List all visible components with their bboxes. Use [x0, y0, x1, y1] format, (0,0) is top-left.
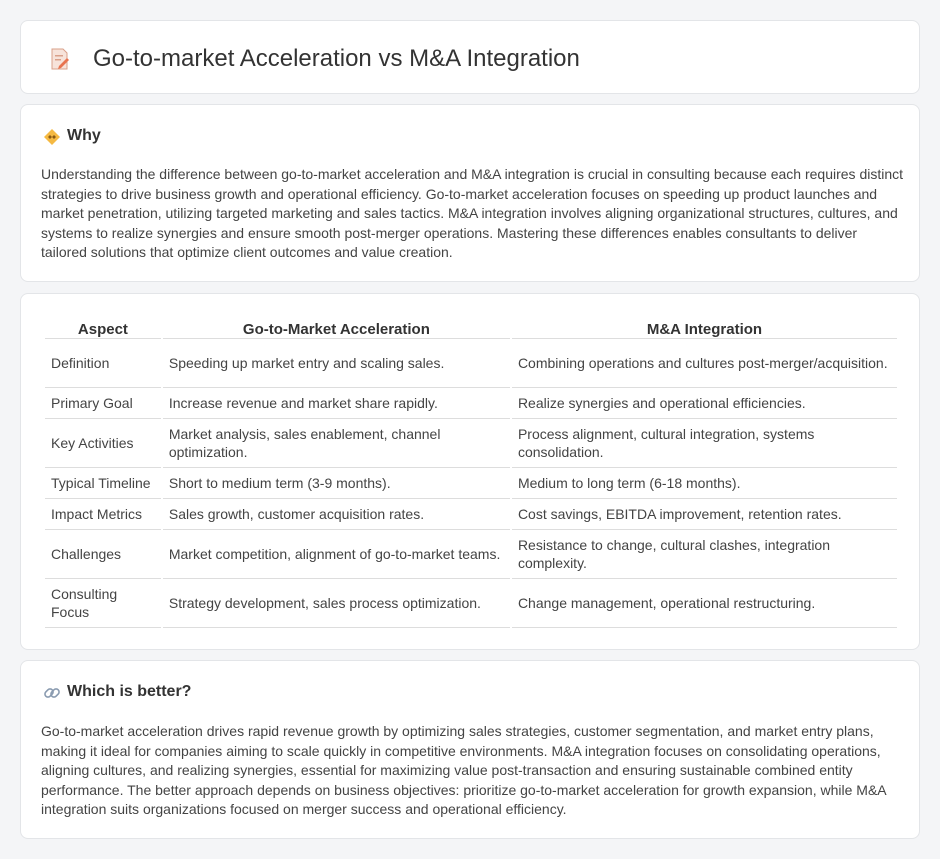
document-pencil-icon — [51, 48, 69, 70]
aspect-cell: Challenges — [45, 530, 161, 579]
ma-cell: Change management, operational restructu… — [511, 579, 897, 628]
column-header-ma: M&A Integration — [511, 316, 897, 339]
comparison-section: Aspect Go-to-Market Acceleration M&A Int… — [20, 293, 920, 650]
table-row: Impact Metrics Sales growth, customer ac… — [45, 499, 897, 530]
gtm-cell: Sales growth, customer acquisition rates… — [162, 499, 510, 530]
why-section: Why Understanding the difference between… — [20, 104, 920, 282]
why-text: Understanding the difference between go-… — [41, 166, 904, 261]
gtm-cell: Market competition, alignment of go-to-m… — [162, 530, 510, 579]
handshake-icon — [44, 129, 60, 145]
table-header-row: Aspect Go-to-Market Acceleration M&A Int… — [45, 316, 897, 339]
link-icon — [44, 688, 60, 698]
gtm-cell: Increase revenue and market share rapidl… — [162, 388, 510, 419]
table-row: Consulting Focus Strategy development, s… — [45, 579, 897, 628]
why-heading: Why — [67, 127, 101, 144]
table-row: Definition Speeding up market entry and … — [45, 339, 897, 388]
page-title: Go-to-market Acceleration vs M&A Integra… — [93, 45, 580, 72]
comparison-table: Aspect Go-to-Market Acceleration M&A Int… — [43, 316, 899, 628]
ma-cell: Medium to long term (6-18 months). — [511, 468, 897, 499]
header-card: Go-to-market Acceleration vs M&A Integra… — [20, 20, 920, 94]
column-header-gtm: Go-to-Market Acceleration — [162, 316, 510, 339]
aspect-cell: Definition — [45, 339, 161, 388]
column-header-aspect: Aspect — [45, 316, 161, 339]
ma-cell: Combining operations and cultures post-m… — [511, 339, 897, 388]
aspect-cell: Consulting Focus — [45, 579, 161, 628]
ma-cell: Cost savings, EBITDA improvement, retent… — [511, 499, 897, 530]
table-row: Key Activities Market analysis, sales en… — [45, 419, 897, 468]
better-heading: Which is better? — [67, 683, 192, 700]
ma-cell: Resistance to change, cultural clashes, … — [511, 530, 897, 579]
aspect-cell: Typical Timeline — [45, 468, 161, 499]
aspect-cell: Primary Goal — [45, 388, 161, 419]
which-is-better-section: Which is better? Go-to-market accelerati… — [20, 660, 920, 839]
gtm-cell: Strategy development, sales process opti… — [162, 579, 510, 628]
table-row: Challenges Market competition, alignment… — [45, 530, 897, 579]
gtm-cell: Short to medium term (3-9 months). — [162, 468, 510, 499]
gtm-cell: Speeding up market entry and scaling sal… — [162, 339, 510, 388]
aspect-cell: Key Activities — [45, 419, 161, 468]
ma-cell: Process alignment, cultural integration,… — [511, 419, 897, 468]
table-row: Primary Goal Increase revenue and market… — [45, 388, 897, 419]
table-row: Typical Timeline Short to medium term (3… — [45, 468, 897, 499]
gtm-cell: Market analysis, sales enablement, chann… — [162, 419, 510, 468]
better-text: Go-to-market acceleration drives rapid r… — [41, 723, 886, 818]
aspect-cell: Impact Metrics — [45, 499, 161, 530]
ma-cell: Realize synergies and operational effici… — [511, 388, 897, 419]
